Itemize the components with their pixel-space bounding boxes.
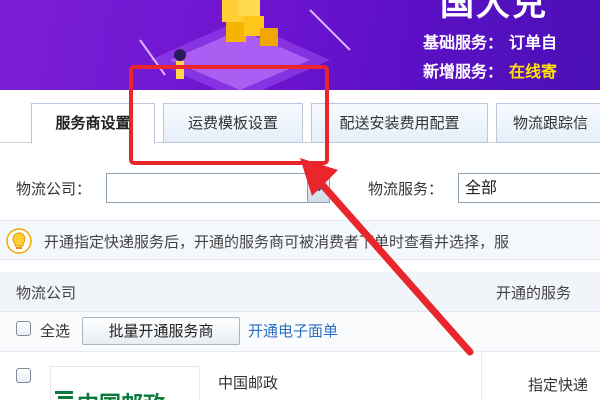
banner-line1-value: 订单自 xyxy=(509,33,558,52)
logistics-company-label: 物流公司： xyxy=(16,180,92,198)
enable-e-waybill-link[interactable]: 开通电子面单 xyxy=(248,320,338,341)
banner-basic-service: 基础服务： 订单自 xyxy=(423,29,557,53)
chevron-down-icon[interactable] xyxy=(307,174,329,202)
select-all-checkbox[interactable] xyxy=(16,321,31,336)
china-post-logo-text: 中国邮政 xyxy=(77,387,165,400)
tab-service-provider[interactable]: 服务商设置 xyxy=(31,103,155,144)
tab-logistics-tracking[interactable]: 物流跟踪信 xyxy=(496,103,600,143)
banner-line2-label: 新增服务： xyxy=(423,62,504,81)
lightbulb-icon xyxy=(6,228,32,254)
info-tip-text: 开通指定快递服务后，开通的服务商可被消费者下单时查看并选择，服 xyxy=(44,233,510,251)
info-tip-bar: 开通指定快递服务后，开通的服务商可被消费者下单时查看并选择，服 xyxy=(0,220,600,260)
logistics-service-select[interactable]: 全部 xyxy=(458,173,600,203)
china-post-emblem-icon xyxy=(55,391,73,399)
banner-headline: 国大兑 xyxy=(440,0,548,24)
tab-freight-template[interactable]: 运费模板设置 xyxy=(163,103,303,143)
banner-line1-label: 基础服务： xyxy=(423,33,504,52)
tab-delivery-install-fee[interactable]: 配送安装费用配置 xyxy=(311,103,488,143)
banner-line2-value: 在线寄 xyxy=(509,62,558,81)
batch-enable-provider-button[interactable]: 批量开通服务商 xyxy=(82,317,240,345)
isometric-box-illustration xyxy=(139,0,351,90)
column-header-service: 开通的服务 xyxy=(496,284,572,302)
banner-new-service: 新增服务： 在线寄 xyxy=(423,58,557,82)
logistics-company-select[interactable] xyxy=(106,173,330,203)
promo-banner[interactable]: 国大兑 基础服务： 订单自 新增服务： 在线寄 xyxy=(0,0,600,90)
table-header: 物流公司 开通的服务 xyxy=(0,272,600,312)
row-checkbox[interactable] xyxy=(16,368,31,383)
china-post-logo: 中国邮政 xyxy=(50,366,200,400)
logistics-service-label: 物流服务： xyxy=(368,180,444,198)
select-all-label: 全选 xyxy=(40,322,71,340)
row-service-text: 指定快递 xyxy=(528,376,589,394)
row-company-name: 中国邮政 xyxy=(218,374,279,392)
column-header-company: 物流公司 xyxy=(16,284,77,302)
